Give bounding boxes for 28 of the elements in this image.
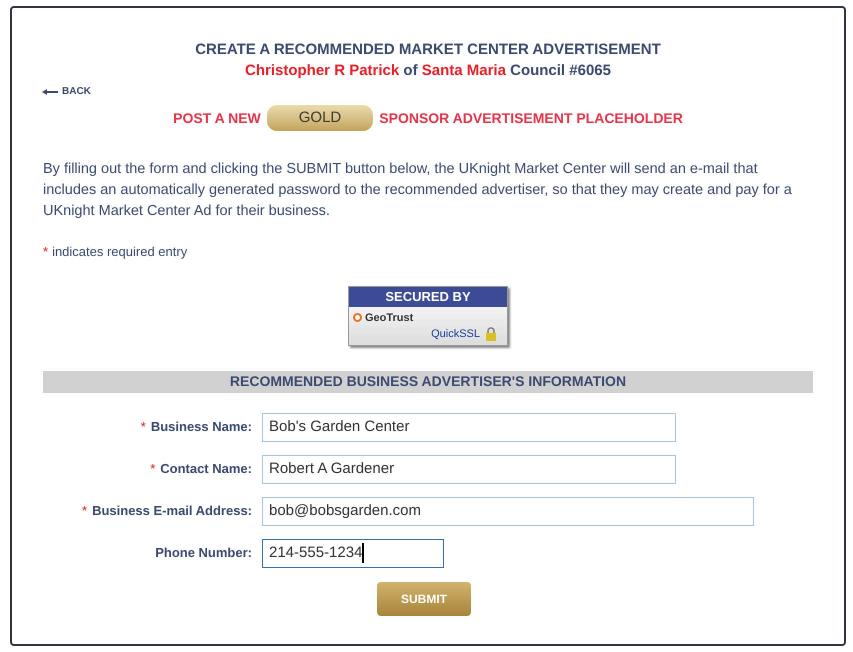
text-field[interactable]: bob@bobsgarden.com — [262, 496, 754, 526]
required-asterisk: * — [150, 460, 156, 478]
post-heading: SPONSOR ADVERTISEMENT PLACEHOLDER — [379, 108, 683, 128]
intro-paragraph: By filling out the form and clicking the SUBMIT button below, the UKnight Market Center will send an e-mail that includes an automatically generated password to the recommended advertiser, so that they may create and pay for a UKnight Market Center Ad for their business. — [42, 160, 793, 221]
seal-product: QuickSSL — [431, 327, 480, 342]
padlock-icon — [485, 327, 497, 342]
field-label: Phone Number: — [155, 544, 252, 562]
text-cursor — [362, 543, 364, 563]
text-field[interactable]: 214-555-1234 — [262, 538, 444, 568]
field-label: Business E-mail Address: — [92, 502, 252, 520]
seal-brand: GeoTrust — [365, 310, 414, 326]
circle-logo-icon — [353, 313, 362, 322]
page-title: CREATE A RECOMMENDED MARKET CENTER ADVERTISEMENT — [195, 40, 661, 60]
text-field[interactable]: Robert A Gardener — [262, 454, 676, 484]
back-link[interactable]: BACK — [42, 84, 91, 99]
seal-heading: SECURED BY — [349, 286, 507, 306]
required-asterisk: * — [43, 243, 48, 261]
field-label: Contact Name: — [160, 460, 252, 478]
field-label: Business Name: — [150, 418, 252, 436]
member-line: Christopher R Patrick of Santa Maria Council #6065 — [245, 61, 611, 81]
level-badge: GOLD — [266, 105, 374, 131]
post-heading: POST A NEW — [173, 108, 261, 128]
arrow-left-icon — [42, 88, 58, 94]
text-field[interactable]: Bob's Garden Center — [262, 412, 676, 442]
required-note: indicates required entry — [52, 243, 188, 261]
section-header: RECOMMENDED BUSINESS ADVERTISER'S INFORMATION — [43, 370, 813, 392]
required-asterisk: * — [140, 418, 146, 436]
required-asterisk: * — [82, 502, 88, 520]
